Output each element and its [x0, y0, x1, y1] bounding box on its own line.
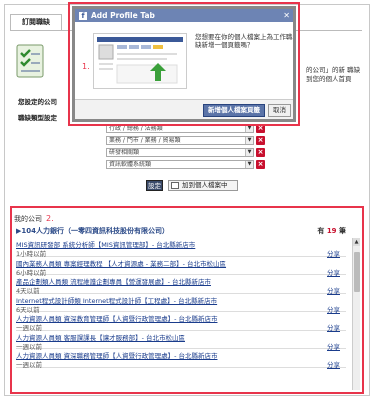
set-button[interactable]: 設定 — [146, 180, 163, 191]
job-item: 人力資源人員類 資深職務管理師【人資暨行政管理處】- 台北縣新店市 一週以前 分… — [16, 349, 346, 369]
job-list-scrollbar[interactable]: ▲ — [352, 238, 360, 390]
add-profile-tab-dialog: f Add Profile Tab ✕ 您想要在你的個人檔案上為工作職缺新增一個… — [72, 6, 296, 122]
dialog-footer: 新增個人檔案頁籤 取消 — [75, 99, 293, 119]
job-item: 人力資源人員類 客服課課長【讓才服務部】- 台北市松山區 一週以前 分享 — [16, 331, 346, 351]
job-item: 國內業務人員類 專案經理教程 【人才資源處 - 業務二部】- 台北市松山區 6小… — [16, 257, 346, 277]
category-select-row: 資訊軟體系統類 ▼ × — [106, 160, 266, 169]
job-title-link[interactable]: Internet程式設計師類 Internet程式設計師【工程處】- 台北縣新店… — [16, 295, 217, 305]
add-to-profile-button[interactable]: 加到個人檔案中 — [168, 180, 238, 191]
dialog-title-bar: f Add Profile Tab ✕ — [75, 9, 293, 22]
scroll-up-icon[interactable]: ▲ — [353, 238, 360, 246]
profile-tab-illustration-icon — [93, 33, 187, 89]
profile-tab-icon — [171, 182, 179, 189]
chevron-down-icon: ▼ — [245, 125, 253, 132]
job-type-settings-label: 職缺類型設定 — [18, 114, 57, 122]
chevron-down-icon: ▼ — [245, 161, 253, 168]
dialog-message: 您想要在你的個人檔案上為工作職缺新增一個頁籤嗎？ — [195, 33, 293, 49]
job-item: 產品企劃類人員類 流程維護企劃專員【營運發展處】- 台北縣新店市 4天以前 分享 — [16, 275, 346, 295]
job-item: MIS資訊研發部 系統分析師【MIS資訊管理部】- 台北縣新店市 1小時以前 分… — [16, 238, 346, 258]
category-select[interactable]: 業務 / 門市 / 業務 / 貿易類 ▼ — [106, 136, 254, 145]
dialog-body: f Add Profile Tab ✕ 您想要在你的個人檔案上為工作職缺新增一個… — [75, 9, 293, 119]
job-list: MIS資訊研發部 系統分析師【MIS資訊管理部】- 台北縣新店市 1小時以前 分… — [16, 238, 346, 369]
close-icon[interactable]: ✕ — [283, 9, 290, 22]
settings-description: 的公司」的新 職缺到您的個人首頁 — [306, 66, 361, 83]
share-link[interactable]: 分享 — [327, 359, 340, 369]
facebook-icon: f — [79, 12, 87, 20]
company-header: ▶104人力銀行（一零四資訊科技股份有限公司） 有 19 筆 — [16, 226, 346, 236]
remove-category-button[interactable]: × — [256, 160, 265, 169]
chevron-down-icon: ▼ — [245, 149, 253, 156]
remove-category-button[interactable]: × — [256, 136, 265, 145]
job-title-link[interactable]: 國內業務人員類 專案經理教程 【人才資源處 - 業務二部】- 台北市松山區 — [16, 258, 226, 268]
category-select[interactable]: 資訊軟體系統類 ▼ — [106, 160, 254, 169]
chevron-down-icon: ▼ — [245, 137, 253, 144]
category-select[interactable]: 研發相關類 ▼ — [106, 148, 254, 157]
category-select-row: 業務 / 門市 / 業務 / 貿易類 ▼ × — [106, 136, 266, 145]
annotation-label-1: 1. — [82, 62, 90, 71]
your-company-label: 您設定的公司 — [18, 98, 57, 106]
count-suffix: 筆 — [339, 227, 346, 235]
job-item: Internet程式設計師類 Internet程式設計師【工程處】- 台北縣新店… — [16, 294, 346, 314]
category-select-value: 研發相關類 — [109, 149, 140, 156]
remove-category-button[interactable]: × — [256, 148, 265, 157]
checklist-icon — [16, 44, 44, 78]
annotation-label-2: 2. — [46, 214, 54, 223]
category-select-value: 行政 / 總務 / 法務類 — [109, 125, 163, 132]
category-select-value: 資訊軟體系統類 — [109, 161, 152, 168]
add-profile-tab-button[interactable]: 新增個人檔案頁籤 — [203, 104, 265, 117]
my-company-label: 我的公司 — [14, 215, 42, 223]
dialog-title: Add Profile Tab — [91, 11, 155, 20]
category-select-value: 業務 / 門市 / 業務 / 貿易類 — [109, 137, 181, 144]
job-title-link[interactable]: 產品企劃類人員類 流程維護企劃專員【營運發展處】- 台北縣新店市 — [16, 276, 211, 286]
page: 訂閱職缺 的公司」的新 職缺到您的個人首頁 您設定的公司 職缺類型設定 行政 /… — [0, 0, 374, 400]
company-name[interactable]: ▶104人力銀行（一零四資訊科技股份有限公司） — [16, 227, 169, 235]
category-select-row: 研發相關類 ▼ × — [106, 148, 266, 157]
job-title-link[interactable]: 人力資源人員類 資深職務管理師【人資暨行政管理處】- 台北縣新店市 — [16, 350, 217, 360]
job-title-link[interactable]: 人力資源人員類 資深教育管理師【人資暨行政管理處】- 台北縣新店市 — [16, 313, 217, 323]
job-time: 一週以前 — [16, 361, 42, 369]
job-count: 有 19 筆 — [317, 226, 346, 236]
cancel-button[interactable]: 取消 — [268, 104, 291, 117]
count-prefix: 有 — [317, 227, 325, 235]
count-value: 19 — [326, 227, 337, 235]
scroll-thumb[interactable] — [354, 252, 360, 292]
tab-subscribe-jobs[interactable]: 訂閱職缺 — [10, 14, 62, 30]
add-to-profile-label: 加到個人檔案中 — [182, 181, 228, 189]
job-item: 人力資源人員類 資深教育管理師【人資暨行政管理處】- 台北縣新店市 一週以前 分… — [16, 312, 346, 332]
